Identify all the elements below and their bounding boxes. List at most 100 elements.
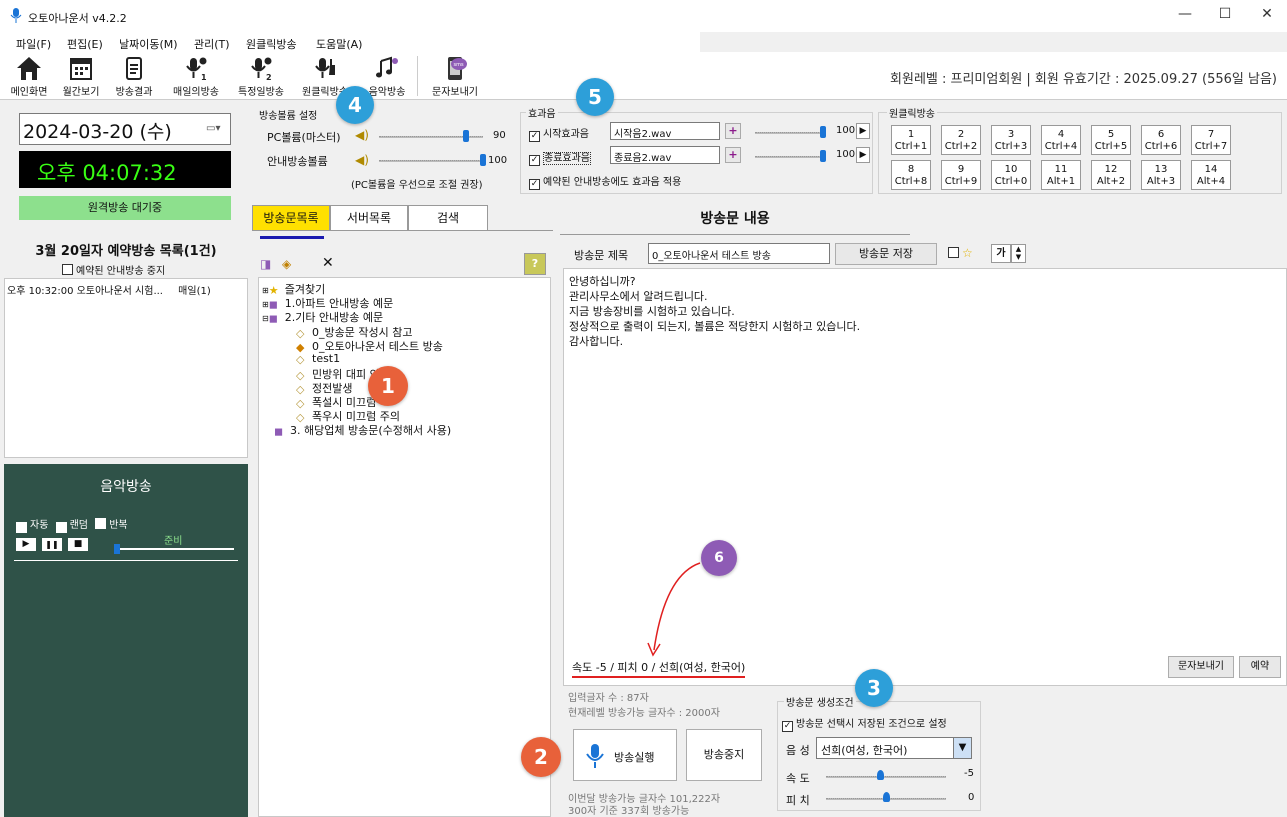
list-item[interactable]: 오후 10:32:00 오토아나운서 시험... 매일(1) — [7, 282, 211, 297]
repeat-checkbox[interactable] — [95, 518, 107, 529]
font-size-button[interactable]: 가 — [991, 244, 1011, 263]
hotkey-button[interactable]: 13 Alt+3 — [1141, 160, 1181, 190]
pause-icon[interactable]: ❚❚ — [42, 538, 62, 551]
divider — [560, 234, 910, 235]
hotkey-button[interactable]: 10 Ctrl+0 — [991, 160, 1031, 190]
subject-input[interactable]: 0_오토아나운서 테스트 방송 — [648, 243, 830, 264]
microphone-app-icon — [10, 8, 22, 23]
add-start-effect-button[interactable]: + — [725, 123, 741, 139]
font-size-stepper[interactable]: ▲ ▼ — [1011, 244, 1026, 263]
hotkey-button[interactable]: 3 Ctrl+3 — [991, 125, 1031, 155]
hotkey-button[interactable]: 1 Ctrl+1 — [891, 125, 931, 155]
stop-broadcast-button[interactable]: 방송중지 — [686, 729, 762, 781]
delete-icon[interactable]: ✕ — [322, 255, 334, 271]
condition-check-label: 방송문 선택시 저장된 조건으로 설정 — [796, 719, 947, 730]
tab-broadcast-list[interactable]: 방송문목록 — [252, 205, 330, 231]
play-end-effect-button[interactable]: ▶ — [856, 147, 870, 163]
menu-bar: 파일(F) 편집(E) 날짜이동(M) 관리(T) 원클릭방송 도움말(A) — [0, 32, 700, 52]
microphone-hand-icon — [315, 58, 335, 78]
speed-thumb[interactable] — [877, 770, 884, 780]
toolbar-result-button[interactable]: 방송결과 — [110, 52, 158, 98]
play-icon[interactable]: ▶ — [16, 538, 36, 551]
remote-status: 원격방송 대기중 — [19, 196, 231, 220]
hotkey-shortcut: Ctrl+3 — [994, 141, 1028, 152]
hotkey-button[interactable]: 7 Ctrl+7 — [1191, 125, 1231, 155]
toolbar-sms-button[interactable]: sms 문자보내기 — [424, 52, 486, 98]
menu-manage[interactable]: 관리(T) — [194, 36, 230, 52]
menu-help[interactable]: 도움말(A) — [316, 36, 362, 52]
hotkey-button[interactable]: 9 Ctrl+9 — [941, 160, 981, 190]
start-effect-thumb[interactable] — [820, 126, 826, 138]
voice-select[interactable]: 선희(여성, 한국어) ▼ — [816, 737, 972, 759]
date-picker[interactable]: 2024-03-20 (수) ▭▾ — [19, 113, 231, 145]
tree-item-etc[interactable]: ⊟◼ 2.기타 안내방송 예문 — [262, 309, 383, 325]
apply-reserved-checkbox[interactable]: ✓ 예약된 안내방송에도 효과음 적용 — [529, 173, 681, 190]
reserve-button[interactable]: 예약 — [1239, 656, 1281, 678]
start-effect-checkbox[interactable]: ✓ 시작효과음 — [529, 125, 589, 142]
menu-date-move[interactable]: 날짜이동(M) — [119, 36, 178, 52]
add-end-effect-button[interactable]: + — [725, 147, 741, 163]
hotkey-button[interactable]: 8 Ctrl+8 — [891, 160, 931, 190]
notice-volume-label: 안내방송볼륨 — [267, 155, 328, 168]
checkbox-box[interactable] — [62, 264, 73, 275]
auto-checkbox[interactable]: ✓ — [16, 522, 27, 533]
tab-search[interactable]: 검색 — [408, 205, 488, 231]
menu-oneclick[interactable]: 원클릭방송 — [246, 36, 297, 52]
hotkey-number: 14 — [1204, 164, 1218, 175]
save-button[interactable]: 방송문 저장 — [835, 243, 937, 265]
speed-slider[interactable] — [826, 776, 946, 778]
hotkey-shortcut: Ctrl+4 — [1044, 141, 1078, 152]
schedule-list[interactable]: 오후 10:32:00 오토아나운서 시험... 매일(1) — [4, 278, 248, 458]
tab-server-list[interactable]: 서버목록 — [330, 205, 408, 231]
menu-file[interactable]: 파일(F) — [16, 36, 51, 52]
start-effect-slider[interactable] — [755, 132, 825, 134]
music-progress[interactable] — [114, 548, 234, 550]
tree-item-doc[interactable]: ◇ test1 — [296, 352, 340, 366]
tree-item-company[interactable]: ◼ 3. 해당업체 방송문(수정해서 사용) — [274, 422, 451, 438]
add-document-icon[interactable]: ◈ — [282, 257, 291, 271]
hotkey-button[interactable]: 2 Ctrl+2 — [941, 125, 981, 155]
music-progress-thumb[interactable] — [114, 544, 120, 554]
toolbar-main-button[interactable]: 메인화면 — [6, 52, 52, 98]
toolbar-daily-button[interactable]: 1 매일의방송 — [168, 52, 224, 98]
random-checkbox[interactable]: ✓ — [55, 522, 67, 533]
stop-icon[interactable]: ■ — [68, 538, 88, 551]
start-effect-file[interactable]: 시작음2.wav — [610, 122, 720, 140]
condition-checkbox[interactable]: ✓ 방송문 선택시 저장된 조건으로 설정 — [782, 715, 947, 732]
toolbar-monthly-button[interactable]: 월간보기 — [58, 52, 104, 98]
effects-title: 효과음 — [526, 105, 558, 120]
notice-volume-slider[interactable] — [379, 160, 483, 162]
chevron-down-icon[interactable]: ▼ — [953, 738, 971, 758]
music-title: 음악방송 — [100, 479, 152, 495]
stop-reserved-checkbox[interactable]: 예약된 안내방송 중지 — [62, 262, 165, 277]
pc-volume-thumb[interactable] — [463, 130, 470, 142]
minimize-button[interactable]: — — [1170, 6, 1200, 26]
voice-value: 선희(여성, 한국어) — [821, 744, 908, 757]
toolbar-specific-day-button[interactable]: 2 특정일방송 — [232, 52, 290, 98]
play-start-effect-button[interactable]: ▶ — [856, 123, 870, 139]
maximize-button[interactable]: ☐ — [1210, 6, 1240, 26]
hotkey-button[interactable]: 5 Ctrl+5 — [1091, 125, 1131, 155]
hotkey-button[interactable]: 6 Ctrl+6 — [1141, 125, 1181, 155]
end-effect-file[interactable]: 종료음2.wav — [610, 146, 720, 164]
schedule-item-text: 오후 10:32:00 오토아나운서 시험... — [7, 286, 163, 297]
menu-edit[interactable]: 편집(E) — [67, 36, 103, 52]
help-button[interactable]: ? — [524, 253, 546, 275]
play-broadcast-button[interactable]: 방송실행 — [573, 729, 677, 781]
end-effect-thumb[interactable] — [820, 150, 826, 162]
end-effect-checkbox[interactable]: ✓ 종료효과음 — [529, 149, 591, 166]
toolbar-music-button[interactable]: 음악방송 — [362, 52, 412, 98]
hotkey-button[interactable]: 11 Alt+1 — [1041, 160, 1081, 190]
hotkey-button[interactable]: 12 Alt+2 — [1091, 160, 1131, 190]
add-folder-icon[interactable]: ◨ — [260, 257, 271, 271]
end-effect-slider[interactable] — [755, 156, 825, 158]
close-button[interactable]: ✕ — [1252, 6, 1282, 26]
notice-volume-thumb[interactable] — [480, 154, 486, 166]
pitch-thumb[interactable] — [883, 792, 890, 802]
sms-send-button[interactable]: 문자보내기 — [1168, 656, 1234, 678]
favorite-checkbox[interactable]: ☆ — [948, 246, 973, 260]
hotkey-button[interactable]: 14 Alt+4 — [1191, 160, 1231, 190]
calendar-dropdown-icon[interactable]: ▭▾ — [206, 123, 220, 134]
divider — [14, 560, 238, 561]
hotkey-button[interactable]: 4 Ctrl+4 — [1041, 125, 1081, 155]
